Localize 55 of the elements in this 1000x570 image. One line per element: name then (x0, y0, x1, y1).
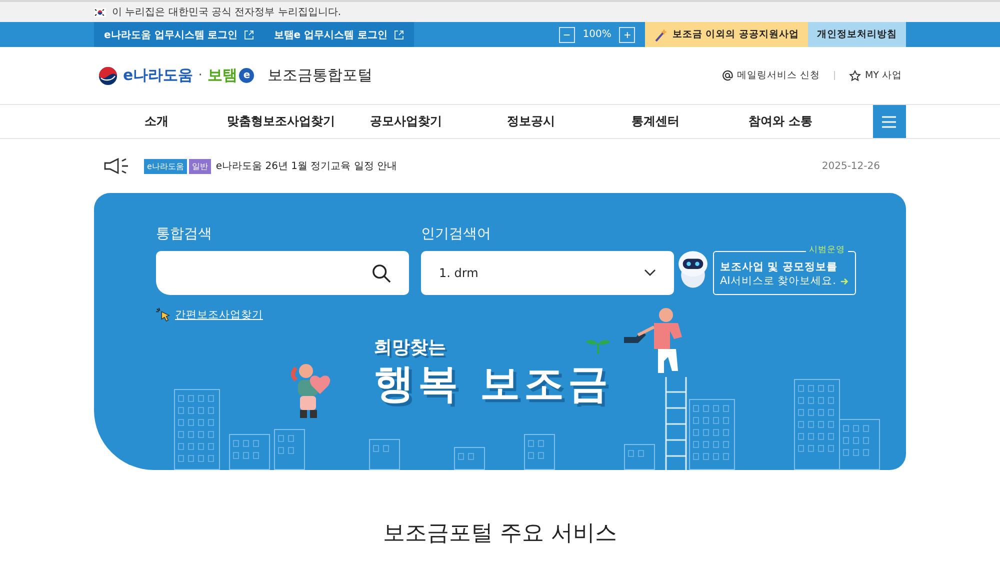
search-label: 통합검색 (156, 225, 213, 243)
nav-item[interactable]: 맞춤형보조사업찾기 (218, 112, 344, 131)
top-link-button[interactable]: 보조금 이외의 공공지원사업 (645, 22, 808, 47)
building-drawing (229, 434, 270, 470)
nav-item[interactable]: 참여와 소통 (718, 112, 843, 131)
building-drawing (624, 444, 655, 470)
notice-title-link[interactable]: e나라도움 26년 1월 정기교육 일정 안내 (216, 159, 398, 173)
building-drawing (689, 399, 735, 470)
popular-search-dropdown[interactable]: 1. drm (421, 251, 674, 295)
official-site-notice: 이 누리집은 대한민국 공식 전자정부 누리집입니다. (112, 6, 342, 19)
category-tag: e나라도움 (144, 158, 187, 174)
search-field[interactable] (156, 251, 409, 295)
nav-item[interactable]: 정보공시 (468, 112, 594, 131)
nav-item[interactable]: 통계센터 (593, 112, 718, 131)
slogan-title: 행복 보조금 (374, 360, 612, 408)
nav-item[interactable]: 소개 (94, 112, 219, 131)
menu-icon (882, 116, 896, 128)
system-login-link[interactable]: 보탬e 업무시스템 로그인 (264, 22, 414, 47)
robot-icon (676, 248, 710, 289)
utility-link[interactable]: 메일링서비스 신청 (722, 69, 820, 82)
building-drawing (274, 429, 305, 470)
zoom-in-button[interactable]: + (619, 26, 636, 42)
megaphone-icon (104, 158, 130, 174)
brand-badge: e (239, 68, 254, 83)
top-link-button[interactable]: 개인정보처리방침 (808, 22, 906, 47)
popular-search-label: 인기검색어 (421, 225, 492, 243)
zoom-out-button[interactable]: − (558, 26, 575, 42)
system-login-link[interactable]: e나라도움 업무시스템 로그인 (94, 22, 264, 47)
flag-icon (94, 8, 106, 16)
arrow-right-icon (840, 277, 849, 286)
external-link-icon (244, 30, 254, 40)
chevron-down-icon (644, 269, 656, 277)
building-drawing (369, 439, 400, 470)
magic-wand-icon (654, 28, 668, 42)
utility-link[interactable]: MY 사업 (848, 69, 902, 82)
at-sign-icon (722, 70, 733, 81)
easy-search-link[interactable]: 간편보조사업찾기 (175, 308, 263, 322)
brand-name: e나라도움 (123, 66, 194, 85)
category-tag: 일반 (188, 158, 211, 174)
zoom-level: 100% (582, 29, 612, 40)
nav-item[interactable]: 공모사업찾기 (344, 112, 468, 131)
building-drawing (524, 434, 555, 470)
portal-title: 보조금통합포털 (267, 66, 372, 85)
search-icon[interactable] (372, 264, 391, 282)
brand-name: 보탬 (207, 66, 238, 85)
government-emblem-icon (98, 66, 118, 86)
notice-date: 2025-12-26 (822, 160, 880, 172)
brand-separator: · (198, 68, 202, 83)
section-title: 보조금포털 주요 서비스 (382, 520, 618, 548)
external-link-icon (394, 30, 404, 40)
star-icon (848, 70, 861, 82)
building-drawing (454, 447, 485, 470)
pointer-icon (156, 307, 171, 322)
menu-button[interactable] (872, 105, 906, 138)
slogan-subtitle: 희망찾는 (374, 336, 446, 360)
